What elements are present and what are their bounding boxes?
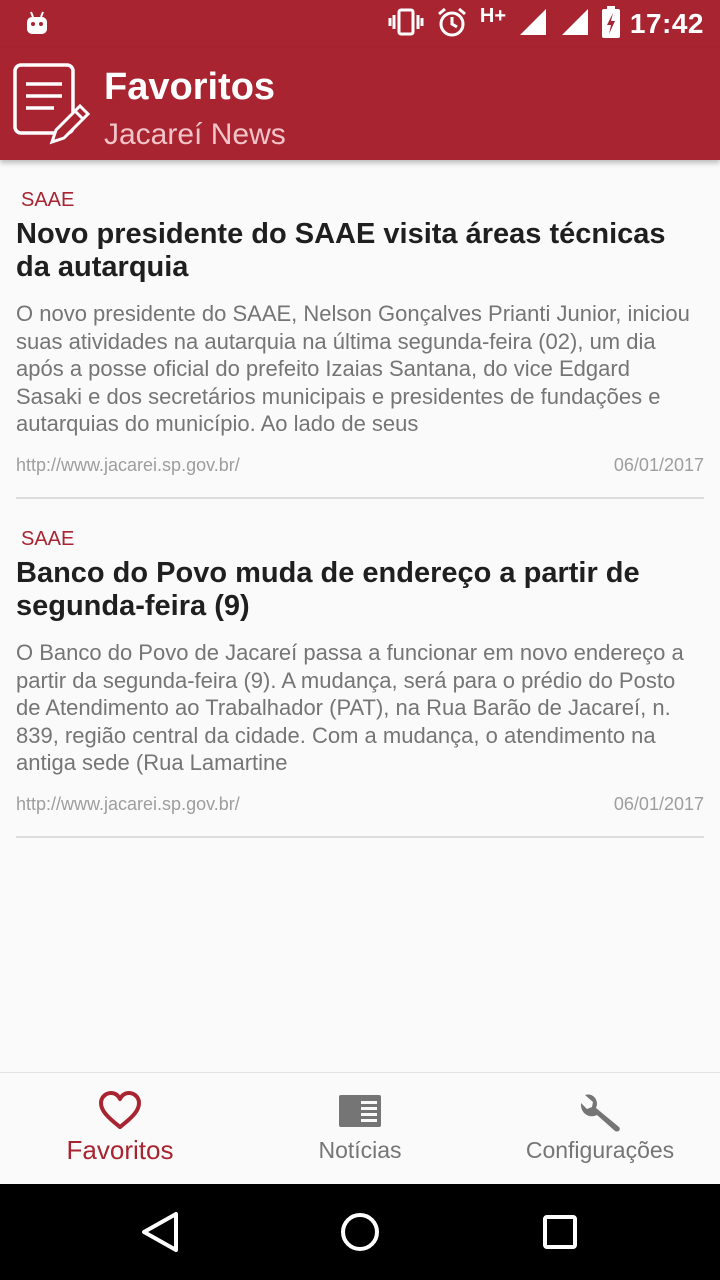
article-date: 06/01/2017 — [613, 794, 704, 814]
status-bar: H+ 17:42 — [0, 0, 720, 48]
article-source: http://www.jacarei.sp.gov.br/ — [16, 455, 240, 475]
network-type-label: H+ — [479, 4, 506, 27]
nav-label: Notícias — [318, 1137, 402, 1163]
article-headline[interactable]: Novo presidente do SAAE visita áreas téc… — [16, 218, 696, 284]
article-card[interactable]: SAAE Banco do Povo muda de endereço a pa… — [16, 499, 704, 838]
article-category: SAAE — [21, 528, 75, 550]
app-bar: Favoritos Jacareí News — [0, 48, 720, 160]
home-icon[interactable] — [340, 1208, 380, 1261]
heart-icon — [98, 1091, 142, 1136]
news-icon — [337, 1091, 383, 1136]
article-category: SAAE — [21, 189, 75, 211]
article-meta: http://www.jacarei.sp.gov.br/ 06/01/2017 — [16, 451, 704, 497]
article-summary: O Banco do Povo de Jacareí passa a funci… — [16, 640, 684, 775]
signal-secondary-icon — [560, 7, 590, 42]
nav-item-configuracoes[interactable]: Configurações — [480, 1073, 720, 1184]
battery-charging-icon — [602, 5, 620, 43]
wrench-icon — [577, 1091, 623, 1140]
nav-item-noticias[interactable]: Notícias — [240, 1073, 480, 1184]
vibrate-icon — [388, 8, 424, 41]
recents-icon[interactable] — [542, 1208, 578, 1261]
article-meta: http://www.jacarei.sp.gov.br/ 06/01/2017 — [16, 790, 704, 836]
article-headline[interactable]: Banco do Povo muda de endereço a partir … — [16, 557, 696, 623]
nav-label: Favoritos — [66, 1135, 174, 1165]
nav-label: Configurações — [525, 1137, 675, 1163]
android-notification-icon — [24, 10, 50, 41]
system-navigation-bar — [0, 1184, 720, 1280]
article-summary: O novo presidente do SAAE, Nelson Gonçal… — [16, 301, 690, 436]
article-date: 06/01/2017 — [613, 455, 704, 475]
back-icon[interactable] — [140, 1208, 180, 1261]
page-title: Favoritos — [104, 66, 276, 108]
article-card[interactable]: SAAE Novo presidente do SAAE visita área… — [16, 160, 704, 499]
app-logo-icon — [12, 62, 92, 151]
signal-icon — [518, 7, 548, 42]
status-clock: 17:42 — [629, 8, 704, 39]
favorites-list[interactable]: SAAE Novo presidente do SAAE visita área… — [0, 160, 720, 1072]
nav-item-favoritos[interactable]: Favoritos — [0, 1073, 240, 1184]
article-source: http://www.jacarei.sp.gov.br/ — [16, 794, 240, 814]
bottom-navigation: Favoritos Notícias Configurações — [0, 1072, 720, 1184]
alarm-icon — [436, 6, 468, 43]
app-subtitle: Jacareí News — [104, 118, 286, 151]
